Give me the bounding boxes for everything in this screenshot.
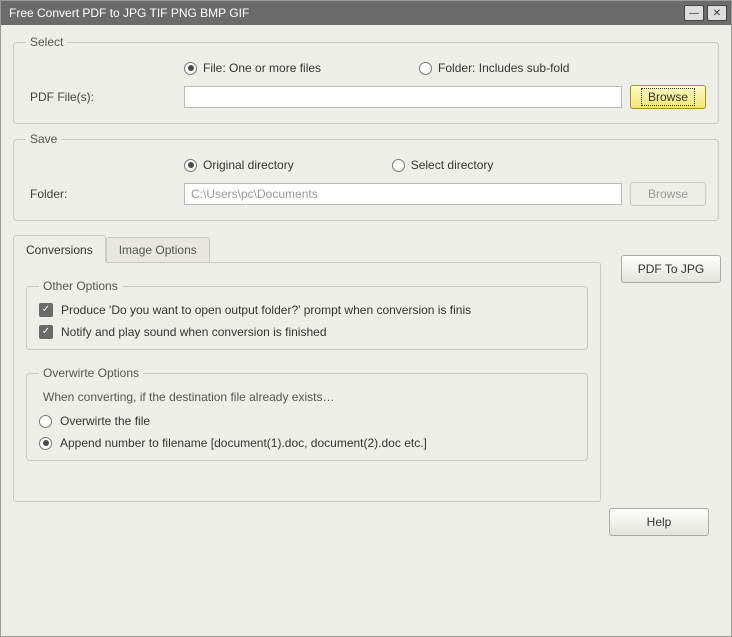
side-column: PDF To JPG — [621, 229, 721, 283]
convert-button[interactable]: PDF To JPG — [621, 255, 721, 283]
overwrite-desc: When converting, if the destination file… — [43, 390, 577, 404]
append-number-option[interactable]: Append number to filename [document(1).d… — [39, 436, 577, 450]
append-label: Append number to filename [document(1).d… — [60, 436, 427, 450]
radio-icon — [419, 62, 432, 75]
radio-icon — [392, 159, 405, 172]
save-group: Save Original directory Select directory… — [13, 132, 719, 221]
browse-files-button[interactable]: Browse — [630, 85, 706, 109]
minimize-button[interactable]: — — [684, 5, 704, 21]
checkbox-icon — [39, 325, 53, 339]
tab-conversions[interactable]: Conversions — [13, 235, 106, 263]
radio-icon — [184, 159, 197, 172]
overwrite-options-group: Overwirte Options When converting, if th… — [26, 366, 588, 461]
save-select-option[interactable]: Select directory — [392, 158, 494, 172]
radio-icon — [39, 437, 52, 450]
titlebar: Free Convert PDF to JPG TIF PNG BMP GIF … — [1, 1, 731, 25]
radio-icon — [184, 62, 197, 75]
file-radio-label: File: One or more files — [203, 61, 321, 75]
other-options-legend: Other Options — [39, 279, 122, 293]
conversions-panel: Other Options Produce 'Do you want to op… — [13, 262, 601, 502]
radio-icon — [39, 415, 52, 428]
select-radio-label: Select directory — [411, 158, 494, 172]
folder-radio-label: Folder: Includes sub-fold — [438, 61, 569, 75]
save-original-option[interactable]: Original directory — [184, 158, 294, 172]
close-button[interactable]: ✕ — [707, 5, 727, 21]
overwrite-label: Overwirte the file — [60, 414, 150, 428]
content-area: Select File: One or more files Folder: I… — [1, 25, 731, 636]
footer: Help — [13, 502, 719, 536]
tab-area: Conversions Image Options Other Options … — [13, 229, 719, 502]
overwrite-file-option[interactable]: Overwirte the file — [39, 414, 577, 428]
select-legend: Select — [26, 35, 67, 49]
pdf-files-label: PDF File(s): — [26, 90, 176, 104]
input-mode-file-option[interactable]: File: One or more files — [184, 61, 321, 75]
help-button[interactable]: Help — [609, 508, 709, 536]
select-group: Select File: One or more files Folder: I… — [13, 35, 719, 124]
overwrite-legend: Overwirte Options — [39, 366, 143, 380]
pdf-files-input[interactable] — [184, 86, 622, 108]
checkbox-icon — [39, 303, 53, 317]
other-options-group: Other Options Produce 'Do you want to op… — [26, 279, 588, 350]
folder-label: Folder: — [26, 187, 176, 201]
option-open-folder-prompt[interactable]: Produce 'Do you want to open output fold… — [39, 303, 577, 317]
tab-image-options[interactable]: Image Options — [106, 237, 210, 262]
option-notify-sound[interactable]: Notify and play sound when conversion is… — [39, 325, 577, 339]
browse-folder-button: Browse — [630, 182, 706, 206]
opt2-label: Notify and play sound when conversion is… — [61, 325, 327, 339]
window-title: Free Convert PDF to JPG TIF PNG BMP GIF — [9, 6, 681, 20]
app-window: Free Convert PDF to JPG TIF PNG BMP GIF … — [0, 0, 732, 637]
original-radio-label: Original directory — [203, 158, 294, 172]
save-legend: Save — [26, 132, 61, 146]
tabstrip: Conversions Image Options — [13, 235, 601, 262]
opt1-label: Produce 'Do you want to open output fold… — [61, 303, 471, 317]
input-mode-folder-option[interactable]: Folder: Includes sub-fold — [419, 61, 569, 75]
folder-input — [184, 183, 622, 205]
